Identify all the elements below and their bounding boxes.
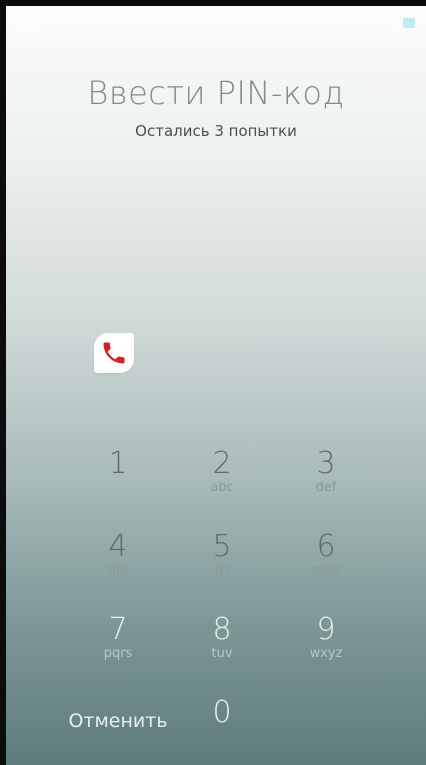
- cancel-button[interactable]: Отменить: [58, 710, 178, 732]
- key-9[interactable]: 9 wxyz: [276, 613, 376, 683]
- key-letters: def: [315, 480, 337, 495]
- key-1[interactable]: 1: [68, 447, 168, 517]
- key-8[interactable]: 8 tuv: [172, 613, 272, 683]
- key-letters: pqrs: [103, 646, 133, 661]
- key-digit: 5: [212, 529, 232, 564]
- key-letters: abc: [210, 480, 234, 495]
- key-digit: 2: [212, 446, 232, 481]
- key-letters: mno: [311, 563, 341, 578]
- key-6[interactable]: 6 mno: [276, 530, 376, 600]
- key-0[interactable]: 0: [172, 696, 272, 765]
- key-digit: 6: [316, 529, 336, 564]
- key-digit: 8: [212, 612, 232, 647]
- pin-keypad: 1 2 abc 3 def 4 ghi 5 jkl 6 mno 7 pqrs 8…: [6, 6, 426, 765]
- key-4[interactable]: 4 ghi: [68, 530, 168, 600]
- key-3[interactable]: 3 def: [276, 447, 376, 517]
- key-digit: 9: [316, 612, 336, 647]
- key-letters: wxyz: [309, 646, 343, 661]
- key-digit: 7: [108, 612, 128, 647]
- key-letters: jkl: [214, 563, 230, 578]
- key-digit: 1: [108, 446, 128, 481]
- key-digit: 4: [108, 529, 128, 564]
- device-frame: Ввести PIN-код Остались 3 попытки 1 2 ab…: [0, 0, 426, 765]
- key-letters: tuv: [211, 646, 233, 661]
- key-5[interactable]: 5 jkl: [172, 530, 272, 600]
- key-digit: 0: [212, 695, 232, 730]
- key-letters: ghi: [107, 563, 129, 578]
- key-2[interactable]: 2 abc: [172, 447, 272, 517]
- key-7[interactable]: 7 pqrs: [68, 613, 168, 683]
- pin-entry-screen: Ввести PIN-код Остались 3 попытки 1 2 ab…: [6, 6, 426, 765]
- key-digit: 3: [316, 446, 336, 481]
